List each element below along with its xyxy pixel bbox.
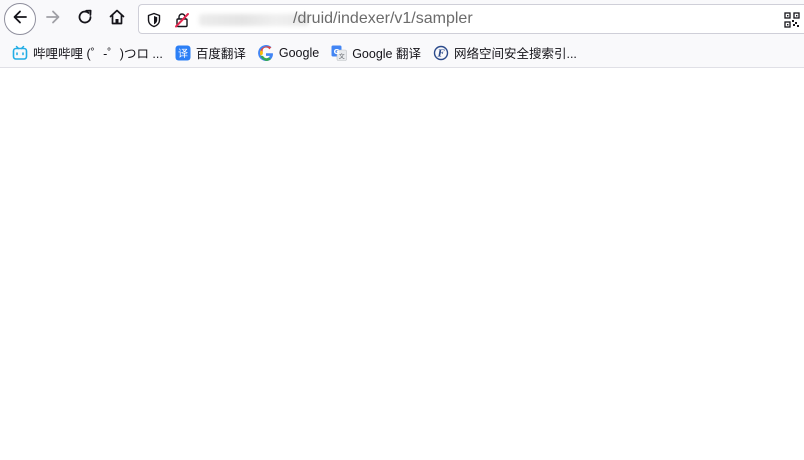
bookmark-fofa[interactable]: F 网络空间安全搜索引... <box>431 41 583 65</box>
bookmarks-toolbar: 哔哩哔哩 (゜-゜)つロ ... 译 百度翻译 Google G文 Google… <box>0 38 804 68</box>
address-bar[interactable]: /druid/indexer/v1/sampler <box>138 4 804 34</box>
bookmark-label: 百度翻译 <box>195 47 246 61</box>
bookmark-bilibili[interactable]: 哔哩哔哩 (゜-゜)つロ ... <box>10 41 169 65</box>
bookmark-google-translate[interactable]: G文 Google 翻译 <box>329 41 427 65</box>
bookmark-label: 网络空间安全搜索引... <box>453 47 577 61</box>
svg-text:文: 文 <box>339 52 345 60</box>
home-button[interactable] <box>102 4 132 34</box>
insecure-lock-icon[interactable] <box>173 11 191 29</box>
bookmark-google[interactable]: Google <box>256 41 325 65</box>
bookmark-label: Google 翻译 <box>352 47 421 61</box>
page-content <box>0 69 804 460</box>
bookmark-label: 哔哩哔哩 (゜-゜)つロ ... <box>33 47 163 61</box>
google-translate-icon: G文 <box>331 45 347 61</box>
reload-button[interactable] <box>70 4 100 34</box>
svg-text:译: 译 <box>178 48 188 60</box>
forward-button[interactable] <box>38 4 68 34</box>
bookmark-baidu-translate[interactable]: 译 百度翻译 <box>173 41 252 65</box>
reload-icon <box>76 8 94 30</box>
arrow-right-icon <box>44 8 62 30</box>
google-icon <box>257 44 274 61</box>
url-text[interactable]: /druid/indexer/v1/sampler <box>293 10 473 28</box>
svg-text:F: F <box>437 49 445 59</box>
bookmark-label: Google <box>278 45 320 60</box>
baidu-translate-icon: 译 <box>175 45 191 61</box>
navigation-toolbar: /druid/indexer/v1/sampler <box>0 0 804 38</box>
arrow-left-icon <box>11 8 29 30</box>
home-icon <box>108 8 126 30</box>
shield-icon[interactable] <box>145 11 163 29</box>
fofa-icon: F <box>433 45 449 61</box>
browser-window: /druid/indexer/v1/sampler 哔哩哔哩 (゜-゜)つロ .… <box>0 0 804 460</box>
qr-code-icon[interactable] <box>784 12 800 28</box>
back-button[interactable] <box>4 3 36 35</box>
bilibili-icon <box>12 45 28 61</box>
